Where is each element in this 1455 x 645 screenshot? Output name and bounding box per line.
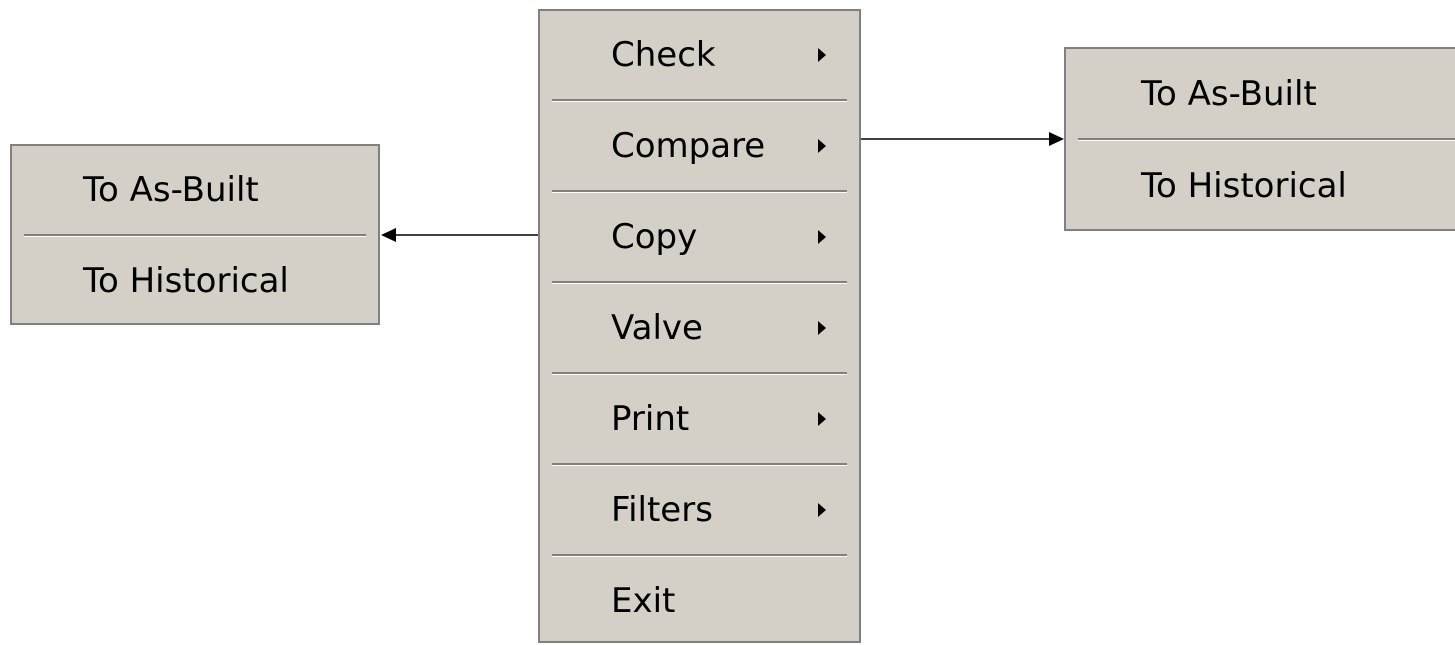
menu-item-label: To As-Built xyxy=(1141,73,1317,114)
menu-item-exit[interactable]: Exit xyxy=(540,557,859,645)
submenu-arrow-icon xyxy=(818,503,826,517)
menu-item-label: Filters xyxy=(611,490,713,530)
menu-item-valve[interactable]: Valve xyxy=(540,284,859,372)
menu-item-label: To As-Built xyxy=(83,170,259,210)
compare-connector-arrow xyxy=(861,132,1064,146)
menu-item-compare[interactable]: Compare xyxy=(540,102,859,190)
submenu-arrow-icon xyxy=(818,412,826,426)
submenu-arrow-icon xyxy=(818,48,826,62)
menu-item-label: To Historical xyxy=(1141,165,1347,206)
menu-item-to-as-built[interactable]: To As-Built xyxy=(1066,49,1455,138)
compare-submenu: To As-Built To Historical xyxy=(1064,47,1455,231)
menu-item-copy[interactable]: Copy xyxy=(540,193,859,281)
menu-item-to-historical[interactable]: To Historical xyxy=(1066,141,1455,230)
submenu-arrow-icon xyxy=(818,230,826,244)
copy-submenu: To As-Built To Historical xyxy=(10,144,380,325)
menu-item-label: Compare xyxy=(611,126,766,166)
menu-item-filters[interactable]: Filters xyxy=(540,466,859,554)
submenu-arrow-icon xyxy=(818,321,826,335)
context-menu: Check Compare Copy Valve Print Filters E… xyxy=(538,9,861,643)
menu-item-label: Print xyxy=(611,399,690,439)
menu-item-label: Valve xyxy=(611,308,703,348)
menu-item-to-historical[interactable]: To Historical xyxy=(12,237,378,325)
menu-item-check[interactable]: Check xyxy=(540,11,859,99)
menu-item-label: Copy xyxy=(611,217,698,257)
copy-connector-arrow xyxy=(381,228,538,242)
menu-item-label: To Historical xyxy=(83,261,289,301)
submenu-arrow-icon xyxy=(818,139,826,153)
menu-item-label: Check xyxy=(611,35,716,75)
menu-item-to-as-built[interactable]: To As-Built xyxy=(12,146,378,234)
menu-item-print[interactable]: Print xyxy=(540,375,859,463)
menu-item-label: Exit xyxy=(611,581,676,621)
